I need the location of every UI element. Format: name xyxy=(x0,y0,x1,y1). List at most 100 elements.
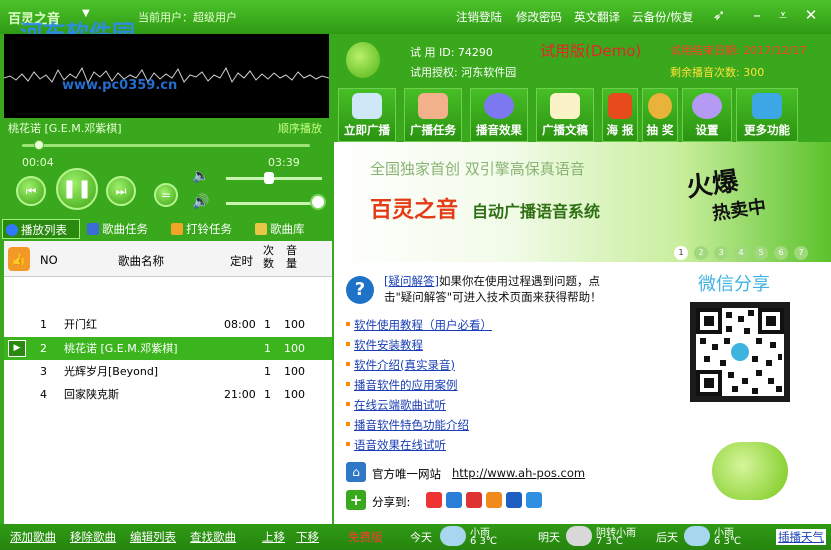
banner-page-5[interactable]: 5 xyxy=(754,246,768,260)
mic-speaker-icon[interactable]: 🔊 xyxy=(192,194,209,210)
link-voice-demo[interactable]: 语音效果在线试听 xyxy=(346,437,446,453)
thumbs-up-icon: 👍 xyxy=(8,247,30,271)
volume-knob[interactable] xyxy=(264,172,274,184)
lottery-icon xyxy=(648,93,672,119)
play-icon xyxy=(6,224,18,236)
qq-share-icon[interactable] xyxy=(466,492,482,508)
menu-english[interactable]: 英文翻译 xyxy=(574,9,620,25)
more-functions-button[interactable]: 更多功能 xyxy=(736,88,798,142)
progress-bar[interactable] xyxy=(22,140,310,150)
broadcast-script-button[interactable]: 广播文稿 xyxy=(536,88,594,142)
find-song-link[interactable]: 查找歌曲 xyxy=(190,529,236,545)
link-feature-intro[interactable]: 播音软件特色功能介绍 xyxy=(346,417,469,433)
edit-list-link[interactable]: 编辑列表 xyxy=(130,529,176,545)
next-button[interactable]: ⏭ xyxy=(106,176,136,206)
poster-button[interactable]: 海 报 xyxy=(602,88,638,142)
table-row[interactable]: 3 光辉岁月[Beyond] 1 100 xyxy=(4,360,332,383)
banner-page-6[interactable]: 6 xyxy=(774,246,788,260)
col-no: NO xyxy=(40,253,58,267)
banner-page-1[interactable]: 1 xyxy=(674,246,688,260)
watermark-url: www.pc0359.cn xyxy=(62,78,178,93)
promo-banner[interactable]: 全国独家首创 双引擎高保真语音 百灵之音 自动广播语音系统 火爆 热卖中 1 2… xyxy=(334,142,831,262)
col-name: 歌曲名称 xyxy=(118,254,164,268)
mic-volume-knob[interactable] xyxy=(310,194,326,210)
playlist-tabs: 播放列表 歌曲任务 打铃任务 歌曲库 xyxy=(2,219,332,239)
link-cloud-songs[interactable]: 在线云端歌曲试听 xyxy=(346,397,446,413)
link-usage-tutorial[interactable]: 软件使用教程（用户必看） xyxy=(346,317,492,333)
speaker-icon xyxy=(352,93,382,119)
weibo-share-icon[interactable] xyxy=(426,492,442,508)
move-up-link[interactable]: 上移 xyxy=(262,529,285,545)
remove-song-link[interactable]: 移除歌曲 xyxy=(70,529,116,545)
waveform-display xyxy=(3,34,330,118)
playlist-mode-button[interactable]: = xyxy=(154,183,178,207)
minimize-icon[interactable]: – xyxy=(747,5,767,25)
banner-page-3[interactable]: 3 xyxy=(714,246,728,260)
time-current: 00:04 xyxy=(22,156,54,169)
tab-bell-tasks[interactable]: 打铃任务 xyxy=(168,219,246,239)
link-use-cases[interactable]: 播音软件的应用案例 xyxy=(346,377,458,393)
previous-button[interactable]: ⏮ xyxy=(16,176,46,206)
banner-page-2[interactable]: 2 xyxy=(694,246,708,260)
document-icon xyxy=(550,93,580,119)
time-total: 03:39 xyxy=(268,156,300,169)
settings-button[interactable]: 设置 xyxy=(682,88,732,142)
info-panel: ? [疑问解答]如果你在使用过程遇到问题，点 击"疑问解答"可进入技术页面来获得帮… xyxy=(334,262,831,524)
share-plus-icon: + xyxy=(346,490,366,510)
broadcast-now-button[interactable]: 立即广播 xyxy=(338,88,396,142)
table-row[interactable]: 1 开门红 08:00 1 100 xyxy=(4,313,332,336)
website-link[interactable]: http://www.ah-pos.com xyxy=(452,466,585,480)
play-mode[interactable]: 顺序播放 xyxy=(278,120,322,136)
audio-effects-button[interactable]: 播音效果 xyxy=(470,88,528,142)
banner-brand: 百灵之音 xyxy=(370,198,459,223)
table-row-selected[interactable]: ▶ 2 桃花诺 [G.E.M.邓紫棋] 1 100 xyxy=(4,337,332,360)
weather-day-tomorrow: 明天 xyxy=(538,531,560,544)
close-icon[interactable]: ✕ xyxy=(801,5,821,25)
home-icon: ⌂ xyxy=(346,462,366,482)
add-song-link[interactable]: 添加歌曲 xyxy=(10,529,56,545)
link-software-intro[interactable]: 软件介绍(真实录音) xyxy=(346,357,455,373)
faq-link[interactable]: [疑问解答] xyxy=(384,274,439,288)
rain-cloud-icon xyxy=(684,526,710,546)
wechat-qr-code xyxy=(690,302,790,402)
tab-song-library[interactable]: 歌曲库 xyxy=(252,219,330,239)
lottery-button[interactable]: 抽 奖 xyxy=(642,88,678,142)
bottom-bar: 添加歌曲 移除歌曲 编辑列表 查找歌曲 上移 下移 免费版 今天 小雨 6 3℃… xyxy=(0,524,831,550)
menu-logout[interactable]: 注销登陆 xyxy=(456,9,502,25)
rocket-icon[interactable]: ➶ xyxy=(709,5,729,25)
now-playing: 桃花诺 [G.E.M.邓紫棋] 顺序播放 xyxy=(8,120,328,138)
mic-volume-slider[interactable] xyxy=(226,194,326,210)
menu-change-password[interactable]: 修改密码 xyxy=(516,9,562,25)
douban-share-icon[interactable] xyxy=(526,492,542,508)
speaker-icon[interactable]: 🔈 xyxy=(192,168,209,184)
tencent-share-icon[interactable] xyxy=(486,492,502,508)
player-panel: www.pc0359.cn 桃花诺 [G.E.M.邓紫棋] 顺序播放 00:04… xyxy=(0,34,332,531)
tab-song-tasks[interactable]: 歌曲任务 xyxy=(84,219,162,239)
banner-page-7[interactable]: 7 xyxy=(794,246,808,260)
trial-auth: 试用授权: 河东软件园 xyxy=(410,66,517,79)
weather-day-after: 后天 xyxy=(656,531,678,544)
banner-page-4[interactable]: 4 xyxy=(734,246,748,260)
broadcast-weather-link[interactable]: 插播天气 xyxy=(776,529,826,545)
pause-icon: ❚❚ xyxy=(61,178,93,199)
table-row[interactable]: 4 回家陕克斯 21:00 1 100 xyxy=(4,383,332,406)
tab-playlist[interactable]: 播放列表 xyxy=(2,219,80,239)
link-install-tutorial[interactable]: 软件安装教程 xyxy=(346,337,423,353)
weather-day-today: 今天 xyxy=(410,531,432,544)
qzone-share-icon[interactable] xyxy=(446,492,462,508)
cloud-icon xyxy=(566,526,592,546)
pause-button[interactable]: ❚❚ xyxy=(56,168,98,210)
users-icon xyxy=(692,93,722,119)
website-label: 官方唯一网站 xyxy=(372,467,441,481)
move-down-link[interactable]: 下移 xyxy=(296,529,319,545)
volume-slider[interactable] xyxy=(226,172,322,184)
progress-knob[interactable] xyxy=(33,140,44,150)
equals-icon: = xyxy=(160,188,172,202)
banner-subtitle: 自动广播语音系统 xyxy=(472,202,601,221)
renren-share-icon[interactable] xyxy=(506,492,522,508)
broadcast-tasks-button[interactable]: 广播任务 xyxy=(404,88,462,142)
version-status: 免费版 xyxy=(348,530,383,544)
menu-cloud-backup[interactable]: 云备份/恢复 xyxy=(632,9,693,25)
col-time: 定时 xyxy=(230,254,253,268)
collapse-icon[interactable]: ⩡ xyxy=(773,5,793,25)
